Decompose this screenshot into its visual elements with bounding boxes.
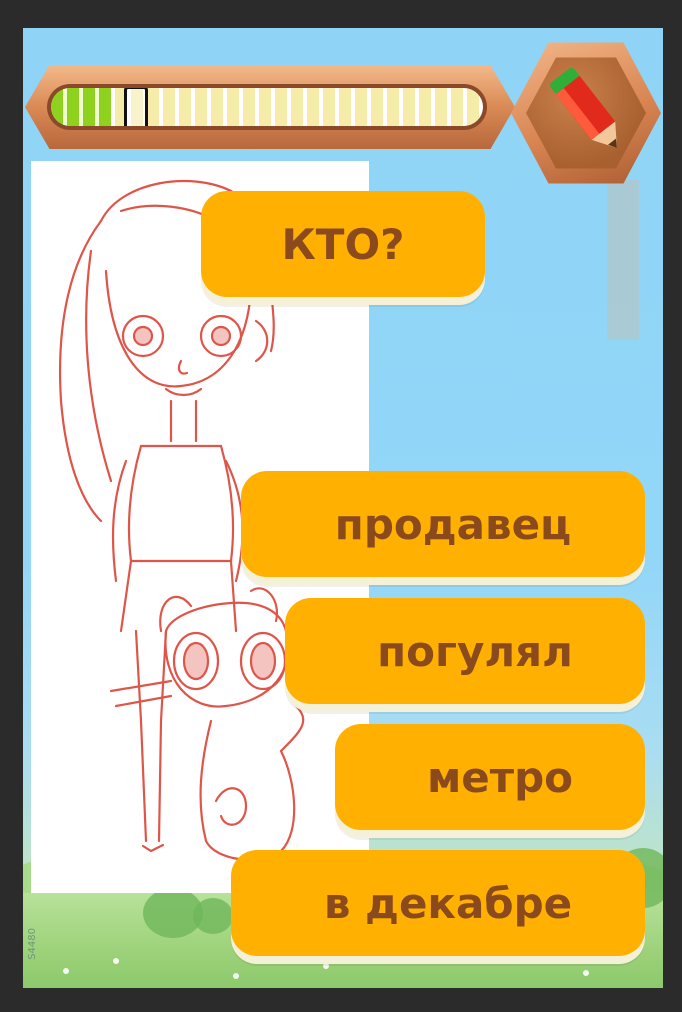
watermark: S4480 — [27, 928, 38, 960]
answer-option-prodavets[interactable]: продавец — [241, 471, 645, 577]
flower-icon — [63, 968, 69, 974]
answer-option-metro[interactable]: метро — [335, 724, 645, 830]
flower-icon — [113, 958, 119, 964]
flower-icon — [323, 963, 329, 969]
progress-bar — [51, 88, 483, 126]
pencil-icon — [550, 67, 617, 149]
question-label: КТО? — [201, 191, 485, 297]
flower-icon — [583, 970, 589, 976]
flower-icon — [233, 973, 239, 979]
answer-option-pogulyal[interactable]: погулял — [285, 598, 645, 704]
progress-marker — [124, 88, 149, 126]
background-tree — [193, 898, 233, 934]
answer-option-v-dekabre[interactable]: в декабре — [231, 850, 645, 956]
game-screen: КТО? продавец погулял метро в декабре S4… — [23, 28, 663, 988]
right-strip — [607, 180, 639, 340]
progress-fill — [51, 88, 112, 126]
